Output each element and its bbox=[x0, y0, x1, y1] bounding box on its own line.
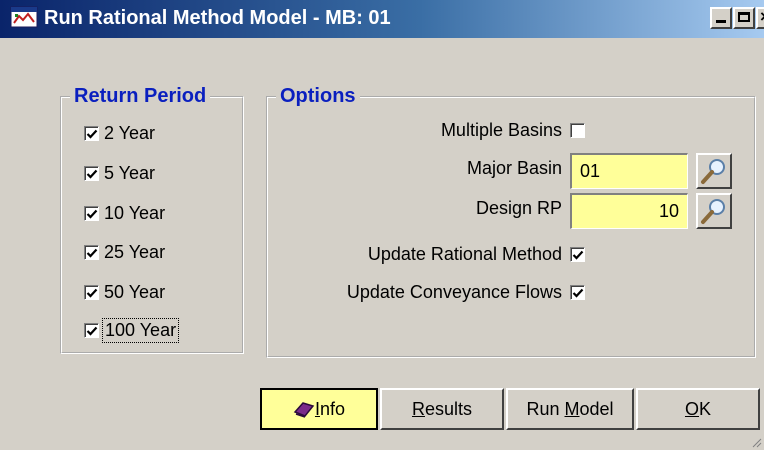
check-icon bbox=[86, 169, 98, 179]
checkbox-label: 10 Year bbox=[104, 202, 166, 223]
checkbox-box[interactable] bbox=[84, 165, 99, 181]
ok-button[interactable]: OK bbox=[636, 388, 760, 430]
multiple-basins-checkbox[interactable] bbox=[570, 123, 585, 138]
checkbox-label: 5 Year bbox=[104, 162, 156, 183]
app-icon bbox=[10, 6, 38, 28]
checkbox-box[interactable] bbox=[84, 284, 99, 300]
dialog-window: Run Rational Method Model - MB: 01 × Ret… bbox=[0, 0, 764, 450]
close-icon: × bbox=[760, 7, 764, 27]
checkbox-label: 25 Year bbox=[104, 241, 166, 262]
check-icon bbox=[86, 288, 98, 298]
major-basin-field[interactable]: 01 bbox=[570, 153, 688, 189]
maximize-button[interactable] bbox=[733, 7, 755, 29]
update-conveyance-label: Update Conveyance Flows bbox=[346, 282, 562, 302]
checkbox-box[interactable] bbox=[84, 125, 99, 141]
title-bar[interactable]: Run Rational Method Model - MB: 01 × bbox=[0, 0, 764, 38]
check-icon bbox=[86, 248, 98, 258]
ok-label-rest: K bbox=[699, 398, 712, 419]
return-period-title: Return Period bbox=[70, 82, 211, 110]
checkbox-label: 50 Year bbox=[104, 281, 166, 302]
checkbox-10-year[interactable]: 10 Year bbox=[84, 200, 165, 226]
window-title: Run Rational Method Model - MB: 01 bbox=[44, 7, 391, 29]
info-button[interactable]: Info bbox=[260, 388, 378, 430]
update-rational-checkbox[interactable] bbox=[570, 247, 585, 262]
results-label-rest: esults bbox=[424, 398, 473, 419]
check-icon bbox=[572, 250, 584, 260]
run-suffix: odel bbox=[579, 398, 614, 419]
major-basin-lookup-button[interactable] bbox=[696, 153, 732, 189]
run-accel: M bbox=[564, 398, 580, 419]
checkbox-label: 2 Year bbox=[104, 122, 156, 143]
options-group: Options Multiple Basins Major Basin 01 D… bbox=[266, 82, 756, 358]
design-rp-label: Design RP bbox=[475, 198, 562, 218]
info-label: nfo bbox=[319, 398, 346, 419]
maximize-icon bbox=[738, 12, 750, 22]
checkbox-box[interactable] bbox=[84, 322, 99, 338]
checkbox-box[interactable] bbox=[84, 244, 99, 260]
design-rp-lookup-button[interactable] bbox=[696, 193, 732, 229]
run-model-button[interactable]: Run Model bbox=[506, 388, 634, 430]
update-conveyance-checkbox[interactable] bbox=[570, 285, 585, 300]
checkbox-25-year[interactable]: 25 Year bbox=[84, 239, 165, 265]
check-icon bbox=[572, 288, 584, 298]
check-icon bbox=[86, 326, 98, 336]
checkbox-2-year[interactable]: 2 Year bbox=[84, 120, 155, 146]
minimize-button[interactable] bbox=[710, 7, 732, 29]
design-rp-field[interactable]: 10 bbox=[570, 193, 688, 229]
update-rational-label: Update Rational Method bbox=[367, 244, 562, 264]
checkbox-label: 100 Year bbox=[101, 317, 180, 343]
options-title: Options bbox=[276, 82, 360, 110]
major-basin-label: Major Basin bbox=[466, 158, 562, 178]
checkbox-50-year[interactable]: 50 Year bbox=[84, 279, 165, 305]
results-button[interactable]: Results bbox=[380, 388, 504, 430]
checkbox-box[interactable] bbox=[84, 205, 99, 221]
check-icon bbox=[86, 209, 98, 219]
resize-grip-icon[interactable] bbox=[750, 436, 762, 448]
magnifier-icon bbox=[701, 199, 725, 224]
magnifier-icon bbox=[701, 159, 725, 184]
run-prefix: Run bbox=[526, 398, 565, 419]
checkbox-5-year[interactable]: 5 Year bbox=[84, 160, 155, 186]
checkbox-100-year[interactable]: 100 Year bbox=[84, 317, 180, 343]
check-icon bbox=[86, 129, 98, 139]
minimize-icon bbox=[716, 20, 726, 23]
multiple-basins-label: Multiple Basins bbox=[440, 120, 562, 140]
close-button[interactable]: × bbox=[756, 7, 764, 29]
return-period-group: Return Period 2 Year 5 Year 10 Year 25 Y… bbox=[60, 82, 244, 354]
ok-accel: O bbox=[684, 398, 699, 419]
book-icon bbox=[293, 402, 315, 418]
results-accel: R bbox=[411, 398, 425, 419]
